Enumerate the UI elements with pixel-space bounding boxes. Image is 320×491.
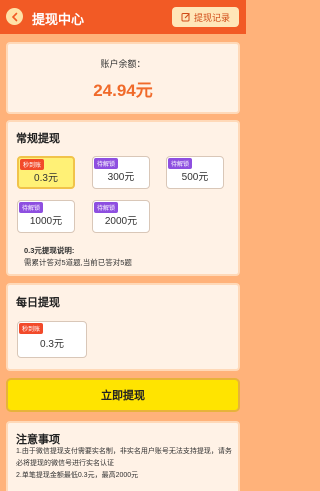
daily-withdraw-card: 每日提现 秒到账 0.3元: [6, 283, 240, 371]
header-bar: 提现中心 提现记录: [0, 0, 246, 34]
notice-item-2: 2.单笔提现金额最低0.3元，最高2000元: [16, 472, 139, 479]
notice-title: 注意事项: [16, 434, 60, 446]
balance-value: 24.94元: [93, 81, 153, 100]
regular-withdraw-title: 常规提现: [16, 133, 60, 145]
notice-card: 注意事项 1.由于微信提现支付需要实名制，非实名用户账号无法支持提现，请务必将提…: [6, 421, 240, 491]
back-button[interactable]: [6, 8, 23, 25]
regular-withdraw-card: 常规提现 秒到账 0.3元 待解锁 300元 待解锁 500元 待解锁 1000…: [6, 120, 240, 276]
withdraw-now-button[interactable]: 立即提现: [6, 378, 240, 412]
option-0-3[interactable]: 秒到账 0.3元: [17, 156, 75, 189]
option-amount: 0.3元: [34, 173, 58, 184]
notice-text: 1.由于微信提现支付需要实名制，非实名用户账号无法支持提现，请务必将提现的微信号…: [16, 446, 232, 482]
chevron-left-icon: [11, 12, 17, 21]
option-amount: 0.3元: [40, 339, 64, 350]
option-amount: 2000元: [104, 216, 138, 227]
withdraw-record-label: 提现记录: [193, 12, 230, 23]
option-amount: 1000元: [29, 216, 63, 227]
withdraw-record-button[interactable]: 提现记录: [172, 7, 239, 27]
withdraw-note-body: 需累计答对5道题,当前已答对5题: [24, 258, 132, 267]
option-amount: 300元: [107, 172, 135, 183]
daily-option-0-3[interactable]: 秒到账 0.3元: [17, 321, 87, 358]
edit-icon: [181, 13, 190, 22]
page-title: 提现中心: [32, 12, 85, 27]
instant-tag: 秒到账: [19, 323, 44, 334]
balance-card: 账户余额： 24.94元: [6, 42, 240, 114]
option-1000[interactable]: 待解锁 1000元: [17, 200, 75, 233]
option-300[interactable]: 待解锁 300元: [92, 156, 150, 189]
withdraw-note-title: 0.3元提现说明:: [24, 246, 75, 255]
daily-withdraw-title: 每日提现: [16, 297, 60, 309]
option-2000[interactable]: 待解锁 2000元: [92, 200, 150, 233]
notice-item-1: 1.由于微信提现支付需要实名制，非实名用户账号无法支持提现，请务必将提现的微信号…: [16, 448, 232, 467]
balance-label: 账户余额：: [100, 59, 146, 69]
option-amount: 500元: [181, 172, 209, 183]
option-500[interactable]: 待解锁 500元: [166, 156, 224, 189]
